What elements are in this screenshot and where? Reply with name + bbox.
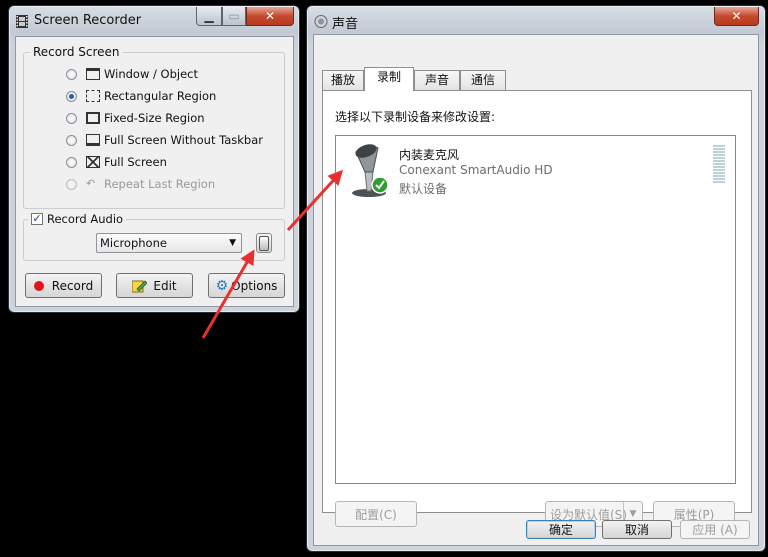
record-button-label: Record [51, 278, 94, 293]
gear-icon: ⚙ [215, 277, 229, 294]
recorder-client-area: Record Screen Window / Object Rectangula… [15, 36, 294, 307]
radio-full-screen[interactable] [66, 156, 77, 168]
close-icon: ✕ [264, 9, 276, 23]
ok-button[interactable]: 确定 [526, 520, 596, 539]
screen-no-taskbar-icon [86, 134, 100, 146]
radio-full-screen-without-taskbar[interactable] [66, 134, 77, 146]
record-dot-icon [33, 280, 44, 291]
record-audio-toggle[interactable]: ✓ Record Audio [28, 212, 127, 226]
microphone-icon [352, 144, 389, 197]
apply-button: 应用 (A) [680, 520, 750, 539]
mode-rectangular-region[interactable]: Rectangular Region [66, 87, 216, 105]
maximize-icon: ▭ [228, 9, 240, 23]
tab-playback[interactable]: 播放 [322, 70, 364, 90]
sound-titlebar[interactable]: 声音 ✕ [307, 6, 765, 36]
apply-button-label: 应用 (A) [692, 523, 738, 537]
sound-client-area: 播放 录制 声音 通信 选择以下录制设备来修改设置: 内装麦克风 Conexan… [313, 34, 759, 546]
input-level-meter [713, 145, 725, 184]
minimize-button[interactable]: ▁ [196, 7, 222, 26]
mode-full-screen[interactable]: Full Screen [66, 153, 167, 171]
speaker-icon [314, 15, 328, 28]
record-screen-legend: Record Screen [30, 45, 123, 59]
recording-tab-panel: 选择以下录制设备来修改设置: 内装麦克风 Conexant SmartAudio… [322, 90, 752, 527]
audio-source-select[interactable]: Microphone ▼ [96, 233, 242, 253]
record-button[interactable]: Record [25, 273, 102, 298]
mode-label: Full Screen Without Taskbar [104, 133, 264, 147]
tab-label: 录制 [376, 70, 401, 84]
audio-settings-icon [259, 235, 269, 251]
mode-label: Full Screen [104, 155, 167, 169]
repeat-icon: ↶ [86, 177, 96, 190]
mode-label: Fixed-Size Region [104, 111, 205, 125]
mode-label: Window / Object [104, 67, 198, 81]
instruction-text: 选择以下录制设备来修改设置: [335, 110, 496, 124]
tab-label: 声音 [424, 73, 449, 87]
tab-recording[interactable]: 录制 [364, 67, 414, 91]
tab-label: 通信 [470, 73, 495, 87]
device-name: 内装麦克风 [399, 148, 460, 162]
edit-button[interactable]: Edit [116, 273, 193, 298]
radio-repeat-last-region [66, 178, 77, 190]
device-status: 默认设备 [399, 182, 448, 196]
radio-window-object[interactable] [66, 68, 77, 80]
cancel-button[interactable]: 取消 [602, 520, 672, 539]
sound-dialog-window: 声音 ✕ 播放 录制 声音 通信 选择以下录制设备来修改设置: 内装麦克风 Co… [306, 5, 766, 552]
chevron-down-icon: ▼ [629, 509, 637, 519]
device-driver: Conexant SmartAudio HD [399, 163, 553, 177]
mode-window-object[interactable]: Window / Object [66, 65, 198, 83]
recorder-titlebar[interactable]: Screen Recorder ▁ ▭ ✕ [9, 6, 299, 36]
options-button[interactable]: ⚙ Options [208, 273, 285, 298]
configure-button: 配置(C) [335, 501, 417, 527]
mode-label: Rectangular Region [104, 89, 217, 103]
audio-source-value: Microphone [100, 236, 167, 250]
ok-button-label: 确定 [548, 523, 573, 537]
film-icon [16, 15, 28, 28]
device-item-internal-mic[interactable]: 内装麦克风 Conexant SmartAudio HD 默认设备 [338, 138, 733, 200]
chevron-down-icon: ▼ [229, 238, 236, 248]
tab-label: 播放 [330, 73, 355, 87]
rectangle-region-icon [86, 90, 100, 102]
close-icon: ✕ [731, 9, 742, 23]
minimize-icon: ▁ [204, 9, 214, 23]
audio-settings-button[interactable] [256, 233, 272, 253]
fixed-region-icon [86, 112, 100, 124]
edit-button-label: Edit [153, 278, 177, 293]
screen-recorder-window: Screen Recorder ▁ ▭ ✕ Record Screen Wind… [8, 5, 300, 313]
full-screen-icon [86, 156, 100, 168]
mode-full-screen-without-taskbar[interactable]: Full Screen Without Taskbar [66, 131, 263, 149]
sound-close-button[interactable]: ✕ [714, 7, 759, 26]
record-audio-label: Record Audio [47, 212, 124, 226]
mode-repeat-last-region: ↶ Repeat Last Region [66, 175, 215, 193]
maximize-button[interactable]: ▭ [222, 7, 246, 26]
recorder-title: Screen Recorder [34, 13, 142, 28]
record-audio-checkbox[interactable]: ✓ [31, 213, 43, 225]
tab-sounds[interactable]: 声音 [414, 70, 460, 90]
radio-rectangular-region[interactable] [66, 90, 77, 102]
window-icon [86, 68, 100, 80]
tab-communications[interactable]: 通信 [460, 70, 506, 90]
configure-button-label: 配置(C) [355, 507, 397, 522]
radio-fixed-size-region[interactable] [66, 112, 77, 124]
edit-pencil-icon [132, 279, 148, 292]
mode-label: Repeat Last Region [104, 177, 216, 191]
cancel-button-label: 取消 [624, 523, 649, 537]
options-button-label: Options [231, 278, 278, 293]
close-button[interactable]: ✕ [246, 7, 294, 26]
mode-fixed-size-region[interactable]: Fixed-Size Region [66, 109, 205, 127]
sound-title: 声音 [332, 17, 359, 32]
recording-device-list[interactable]: 内装麦克风 Conexant SmartAudio HD 默认设备 [335, 135, 736, 484]
